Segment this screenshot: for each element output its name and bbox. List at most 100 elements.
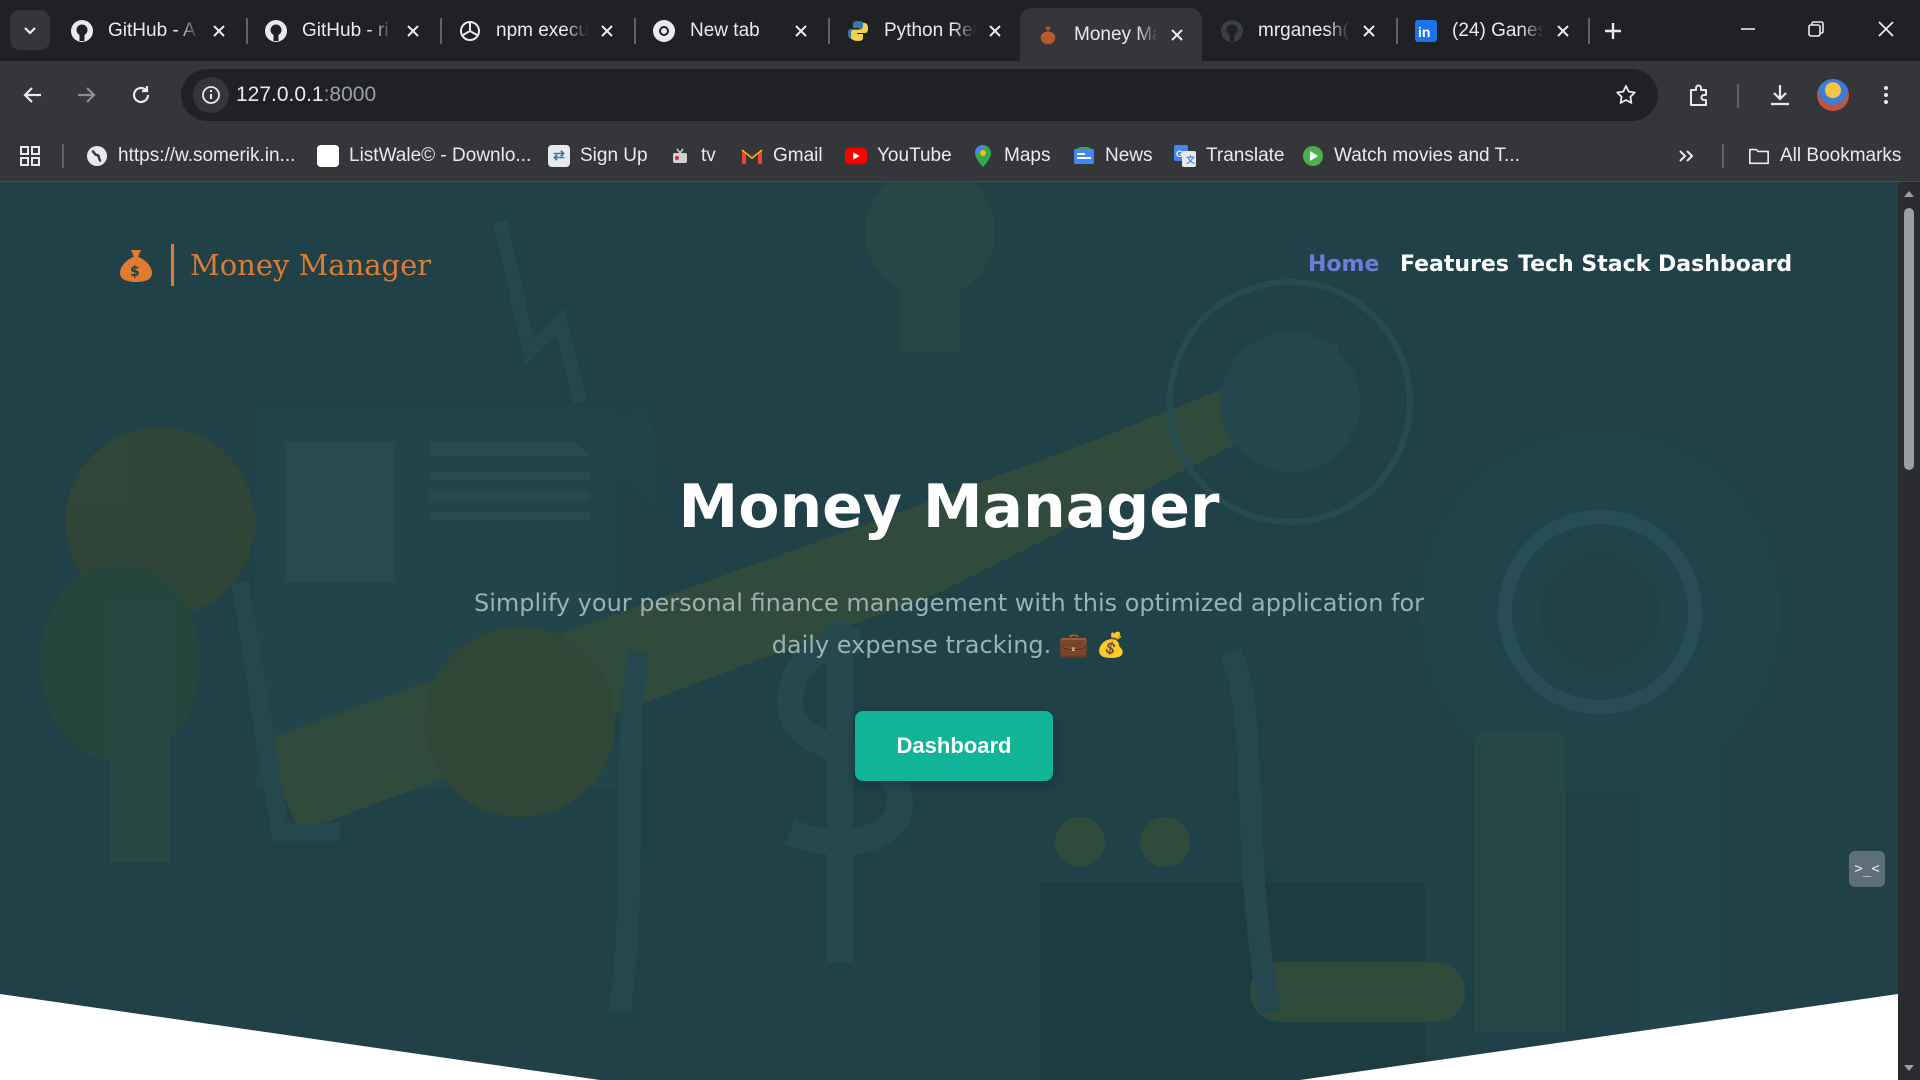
close-icon[interactable]	[984, 20, 1006, 42]
news-icon	[1073, 145, 1095, 167]
reload-icon	[132, 86, 150, 104]
apps-grid-icon	[20, 145, 40, 166]
extensions-button[interactable]	[1677, 73, 1721, 117]
bookmark-label: ListWale© - Downlo...	[349, 144, 532, 166]
browser-menu-button[interactable]	[1864, 73, 1908, 117]
arrow-left-icon	[23, 87, 41, 103]
bookmark-item[interactable]: News	[1073, 130, 1153, 181]
bookmark-label: Sign Up	[580, 144, 648, 166]
close-icon[interactable]	[1358, 20, 1380, 42]
dashboard-cta-button[interactable]: Dashboard	[855, 711, 1053, 781]
nav-link-features[interactable]: Features	[1400, 252, 1509, 277]
tab-title: GitHub - A	[108, 20, 196, 41]
github-icon	[264, 19, 288, 43]
tab-strip: GitHub - A GitHub - ri npm execu New tab…	[0, 0, 1920, 61]
browser-tab[interactable]: GitHub - ri	[248, 8, 438, 54]
maps-icon	[972, 144, 994, 167]
all-bookmarks-label: All Bookmarks	[1780, 144, 1902, 166]
apps-button[interactable]	[18, 130, 42, 181]
bookmark-label: https://w.somerik.in...	[118, 144, 296, 166]
minimize-button[interactable]	[1714, 0, 1782, 58]
close-icon[interactable]	[1552, 20, 1574, 42]
browser-tab[interactable]: in (24) Ganes	[1398, 8, 1588, 54]
tab-title: Money Ma	[1074, 23, 1158, 45]
svg-text:G: G	[1176, 149, 1183, 159]
bottom-wave-divider	[0, 994, 1898, 1080]
bookmark-item[interactable]: YouTube	[845, 130, 952, 181]
profile-avatar[interactable]	[1817, 79, 1849, 111]
browser-tab[interactable]: GitHub - A	[54, 8, 244, 54]
bookmark-item[interactable]: Gmail	[741, 130, 823, 181]
money-bag-icon: $	[117, 246, 155, 284]
url-text[interactable]: 127.0.0.1:8000	[236, 83, 376, 107]
download-icon	[1771, 85, 1789, 106]
bookmark-item[interactable]: G文 Translate	[1174, 130, 1285, 181]
bookmark-label: Maps	[1004, 144, 1051, 166]
play-icon	[1302, 145, 1324, 167]
gmail-icon	[741, 145, 763, 167]
url-port: :8000	[323, 83, 377, 106]
new-tab-button[interactable]	[1596, 14, 1630, 48]
nav-link-dashboard[interactable]: Dashboard	[1658, 252, 1792, 277]
browser-tab[interactable]: Python Rel	[830, 8, 1020, 54]
brand-divider	[171, 244, 174, 286]
close-icon[interactable]	[596, 20, 618, 42]
bookmark-item[interactable]: tv	[669, 130, 716, 181]
reload-button[interactable]	[119, 73, 163, 117]
bookmarks-bar: https://w.somerik.in... ListWale© - Down…	[0, 130, 1920, 182]
close-icon[interactable]	[208, 20, 230, 42]
forward-button[interactable]	[64, 73, 108, 117]
restore-button[interactable]	[1782, 0, 1850, 58]
page-scrollbar[interactable]	[1898, 182, 1920, 1080]
scroll-up-icon[interactable]	[1903, 188, 1915, 200]
close-icon[interactable]	[1166, 24, 1188, 46]
nav-link-tech-stack[interactable]: Tech Stack	[1518, 252, 1650, 277]
arrow-right-icon	[78, 87, 96, 103]
bookmark-item[interactable]: ListWale© - Downlo...	[317, 130, 531, 181]
restore-icon	[1808, 21, 1824, 37]
scroll-down-icon[interactable]	[1903, 1062, 1915, 1074]
bookmark-item[interactable]: https://w.somerik.in...	[86, 130, 295, 181]
bookmark-item[interactable]: Watch movies and T...	[1302, 130, 1520, 181]
close-window-button[interactable]	[1852, 0, 1920, 58]
browser-tab[interactable]: New tab	[636, 8, 826, 54]
info-icon	[202, 86, 220, 104]
close-icon[interactable]	[402, 20, 424, 42]
brand-logo-link[interactable]: $ Money Manager	[117, 244, 431, 286]
downloads-button[interactable]	[1758, 73, 1802, 117]
tab-title: GitHub - ri	[302, 20, 389, 41]
browser-toolbar: 127.0.0.1:8000	[0, 61, 1920, 130]
site-info-button[interactable]	[193, 77, 229, 113]
tab-title: New tab	[690, 20, 760, 41]
hero-subtitle: Simplify your personal finance managemen…	[473, 589, 1425, 659]
all-bookmarks-button[interactable]: All Bookmarks	[1748, 130, 1901, 181]
bookmark-label: Translate	[1206, 144, 1285, 166]
browser-tab[interactable]: npm execu	[442, 8, 632, 54]
bookmark-label: Gmail	[773, 144, 823, 166]
back-button[interactable]	[11, 73, 55, 117]
tab-search-button[interactable]	[10, 10, 50, 50]
tv-icon	[669, 145, 691, 167]
browser-tab[interactable]: mrganesh(	[1204, 8, 1394, 54]
close-icon[interactable]	[790, 20, 812, 42]
svg-text:$: $	[130, 264, 140, 280]
page-icon	[317, 144, 339, 167]
bookmark-label: tv	[701, 144, 716, 166]
close-icon	[1878, 21, 1894, 37]
signup-icon: ⇄	[548, 144, 570, 167]
bookmark-star-button[interactable]	[1608, 77, 1644, 113]
scrollbar-thumb[interactable]	[1904, 208, 1914, 470]
address-bar[interactable]: 127.0.0.1:8000	[181, 69, 1658, 121]
floating-widget-button[interactable]: >_<	[1849, 851, 1885, 887]
tab-title: mrganesh(	[1258, 20, 1349, 41]
double-chevron-right-icon	[1679, 149, 1694, 162]
plus-icon	[1605, 23, 1621, 39]
browser-tab-active[interactable]: Money Ma	[1020, 8, 1202, 61]
nav-link-home[interactable]: Home	[1308, 252, 1379, 277]
globe-icon	[86, 145, 108, 167]
openai-icon	[458, 19, 482, 43]
more-bookmarks-button[interactable]	[1676, 130, 1696, 181]
bookmark-label: Watch movies and T...	[1334, 144, 1520, 166]
bookmark-item[interactable]: ⇄ Sign Up	[548, 130, 648, 181]
bookmark-item[interactable]: Maps	[972, 130, 1050, 181]
